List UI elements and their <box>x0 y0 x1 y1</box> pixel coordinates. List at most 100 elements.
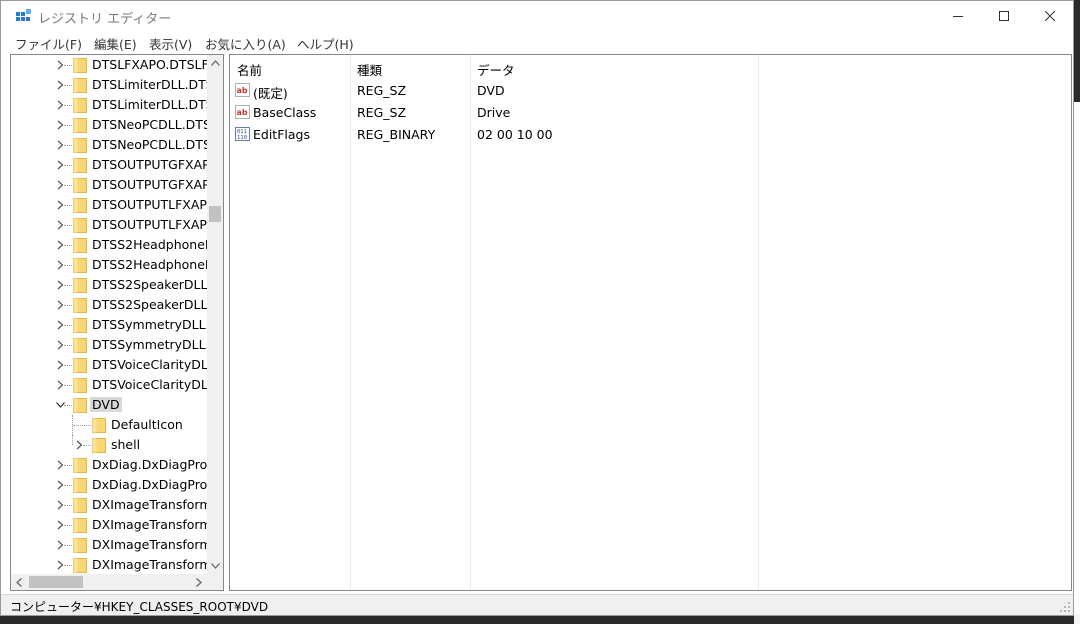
value-row[interactable]: ab BaseClass REG_SZ Drive <box>230 101 1071 123</box>
key-tree-pane[interactable]: DTSLFXAPO.DTSLF DTSLimiterDLL.DTS DTSLimit… <box>10 54 224 591</box>
tree-item[interactable]: DefaultIcon <box>11 415 207 435</box>
tree-item[interactable]: DTSLimiterDLL.DTS <box>11 95 207 115</box>
tree-horizontal-scrollbar[interactable] <box>11 574 207 590</box>
tree-item-label[interactable]: DXImageTransform <box>92 497 207 512</box>
tree-item-label-selected[interactable]: DVD <box>90 397 122 412</box>
value-type: REG_BINARY <box>357 127 436 142</box>
folder-icon <box>73 78 87 93</box>
tree-item-label[interactable]: DTSVoiceClarityDLL <box>92 357 207 372</box>
tree-item[interactable]: DTSS2SpeakerDLL. <box>11 275 207 295</box>
tree-item-label[interactable]: DTSOUTPUTLFXAP( <box>92 197 207 212</box>
tree-item[interactable]: DTSNeoPCDLL.DTS <box>11 115 207 135</box>
tree-vertical-scroll-thumb[interactable] <box>209 206 221 222</box>
maximize-button[interactable] <box>981 1 1027 31</box>
scroll-right-icon[interactable] <box>191 574 207 590</box>
tree-item[interactable]: DTSOUTPUTLFXAP( <box>11 215 207 235</box>
tree-item[interactable]: DTSS2HeadphoneD <box>11 235 207 255</box>
menu-help[interactable]: ヘルプ(H) <box>297 34 354 53</box>
close-icon <box>1045 11 1055 21</box>
tree-item-label[interactable]: DTSS2SpeakerDLL. <box>92 297 207 312</box>
svg-text:ab: ab <box>237 86 248 95</box>
status-bar: コンピューター¥HKEY_CLASSES_ROOT¥DVD <box>1 594 1073 615</box>
tree-item[interactable]: DTSNeoPCDLL.DTS <box>11 135 207 155</box>
tree-item[interactable]: DxDiag.DxDiagProv <box>11 475 207 495</box>
tree-horizontal-scroll-thumb[interactable] <box>29 576 83 588</box>
tree-item[interactable]: DTSS2SpeakerDLL. <box>11 295 207 315</box>
tree-item-label[interactable]: DXImageTransform <box>92 557 207 572</box>
tree-item[interactable]: DTSSymmetryDLL. <box>11 315 207 335</box>
tree-item-label[interactable]: DTSLimiterDLL.DTS <box>92 97 207 112</box>
string-value-icon: ab <box>235 105 250 119</box>
tree-item-label[interactable]: DxDiag.DxDiagProv <box>92 477 207 492</box>
tree-item-label[interactable]: DTSOUTPUTLFXAP( <box>92 217 207 232</box>
tree-item-label[interactable]: DTSNeoPCDLL.DTS <box>92 117 207 132</box>
column-header-name[interactable]: 名前 <box>230 55 350 79</box>
regedit-app-icon <box>16 9 31 21</box>
scroll-down-icon[interactable] <box>207 558 223 574</box>
tree-item[interactable]: DTSLFXAPO.DTSLF <box>11 55 207 75</box>
tree-item[interactable]: DXImageTransform <box>11 515 207 535</box>
tree-vertical-scrollbar[interactable] <box>207 55 223 574</box>
tree-connector-line <box>64 385 72 386</box>
value-type: REG_SZ <box>357 105 407 120</box>
tree-item[interactable]: DTSOUTPUTGFXAP <box>11 155 207 175</box>
folder-icon <box>73 538 87 553</box>
folder-icon <box>73 478 87 493</box>
menu-view[interactable]: 表示(V) <box>149 34 192 53</box>
tree-item-label[interactable]: DTSOUTPUTGFXAP <box>92 157 207 172</box>
tree-connector-line <box>64 125 72 126</box>
folder-icon <box>73 298 87 313</box>
tree-item-label[interactable]: DTSSymmetryDLL. <box>92 337 207 352</box>
tree-item-label[interactable]: DTSSymmetryDLL. <box>92 317 207 332</box>
tree-item-label[interactable]: DTSLimiterDLL.DTS <box>92 77 207 92</box>
tree-item-label[interactable]: DTSVoiceClarityDLL <box>92 377 207 392</box>
tree-item[interactable]: DTSOUTPUTLFXAP( <box>11 195 207 215</box>
title-bar[interactable]: レジストリ エディター <box>1 1 1073 31</box>
folder-icon <box>73 458 87 473</box>
tree-guide-line <box>72 435 73 445</box>
tree-item[interactable]: DxDiag.DxDiagProv <box>11 455 207 475</box>
tree-connector-line <box>64 545 72 546</box>
scroll-left-icon[interactable] <box>11 574 27 590</box>
minimize-button[interactable] <box>935 1 981 31</box>
tree-item[interactable]: DTSOUTPUTGFXAP <box>11 175 207 195</box>
tree-item-label[interactable]: DTSS2HeadphoneD <box>92 237 207 252</box>
minimize-icon <box>953 16 963 17</box>
tree-item[interactable]: DXImageTransform <box>11 495 207 515</box>
tree-item[interactable]: shell <box>11 435 207 455</box>
tree-item[interactable]: DTSVoiceClarityDLL <box>11 375 207 395</box>
tree-item[interactable]: DTSLimiterDLL.DTS <box>11 75 207 95</box>
menu-favorites[interactable]: お気に入り(A) <box>205 34 286 53</box>
tree-item-label[interactable]: DXImageTransform <box>92 537 207 552</box>
resize-grip-icon[interactable] <box>1059 601 1071 613</box>
value-row[interactable]: 011 110 EditFlags REG_BINARY 02 00 10 00 <box>230 123 1071 145</box>
tree-item-label[interactable]: DTSLFXAPO.DTSLF <box>92 57 207 72</box>
tree-item-label[interactable]: shell <box>111 437 140 452</box>
value-row[interactable]: ab (既定) REG_SZ DVD <box>230 79 1071 101</box>
scroll-up-icon[interactable] <box>207 55 223 71</box>
menu-file[interactable]: ファイル(F) <box>15 34 82 53</box>
tree-item-label[interactable]: DTSNeoPCDLL.DTS <box>92 137 207 152</box>
tree-connector-line <box>64 105 72 106</box>
menu-edit[interactable]: 編集(E) <box>94 34 137 53</box>
tree-item[interactable]: DXImageTransform <box>11 535 207 555</box>
column-header-type[interactable]: 種類 <box>350 55 470 79</box>
tree-item-label[interactable]: DXImageTransform <box>92 517 207 532</box>
tree-item[interactable]: DVD <box>11 395 207 415</box>
tree-item-label[interactable]: DTSS2SpeakerDLL. <box>92 277 207 292</box>
menu-bar: ファイル(F) 編集(E) 表示(V) お気に入り(A) ヘルプ(H) <box>1 31 1073 53</box>
window-title: レジストリ エディター <box>38 12 172 27</box>
tree-item[interactable]: DTSVoiceClarityDLL <box>11 355 207 375</box>
tree-connector-line <box>64 325 72 326</box>
tree-item-label[interactable]: DefaultIcon <box>111 417 183 432</box>
value-list-pane[interactable]: 名前 種類 データ ab (既定) REG_SZ DVD ab BaseClass REG_… <box>229 54 1072 591</box>
tree-item[interactable]: DTSSymmetryDLL. <box>11 335 207 355</box>
tree-item[interactable]: DXImageTransform <box>11 555 207 575</box>
close-button[interactable] <box>1027 1 1073 31</box>
tree-item[interactable]: DTSS2HeadphoneD <box>11 255 207 275</box>
column-header-data[interactable]: データ <box>470 55 758 79</box>
folder-icon <box>73 218 87 233</box>
tree-item-label[interactable]: DxDiag.DxDiagProv <box>92 457 207 472</box>
tree-item-label[interactable]: DTSS2HeadphoneD <box>92 257 207 272</box>
tree-item-label[interactable]: DTSOUTPUTGFXAP <box>92 177 207 192</box>
